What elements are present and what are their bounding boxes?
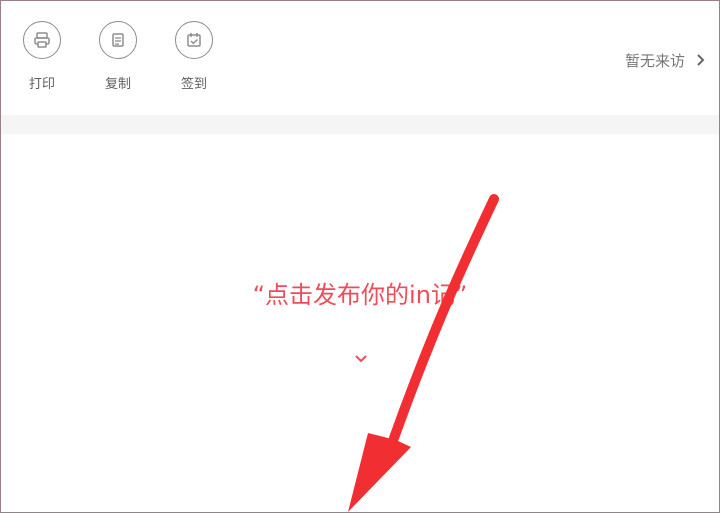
printer-icon bbox=[34, 32, 50, 48]
copy-icon bbox=[112, 33, 124, 47]
calendar-icon bbox=[187, 33, 201, 47]
checkin-tool-label: 签到 bbox=[180, 77, 207, 92]
chevron-right-icon bbox=[693, 52, 709, 68]
checkin-tool-button[interactable]: 签到 bbox=[166, 21, 222, 103]
copy-icon-circle bbox=[99, 21, 137, 59]
main-content: “点击发布你的in记” bbox=[1, 134, 719, 512]
print-tool-label: 打印 bbox=[28, 77, 55, 92]
checkin-icon-circle bbox=[175, 21, 213, 59]
print-icon-circle bbox=[23, 21, 61, 59]
app-frame: 打印 复制 签到 暂无来访 “点击发布你的in记” bbox=[0, 0, 720, 513]
section-divider bbox=[1, 115, 719, 134]
chevron-down-icon bbox=[355, 355, 367, 363]
print-tool-button[interactable]: 打印 bbox=[14, 21, 70, 103]
visitors-link[interactable]: 暂无来访 bbox=[625, 49, 709, 71]
top-toolbar: 打印 复制 签到 暂无来访 bbox=[1, 1, 719, 115]
copy-tool-button[interactable]: 复制 bbox=[90, 21, 146, 103]
publish-prompt-text[interactable]: “点击发布你的in记” bbox=[1, 280, 719, 310]
visitors-text: 暂无来访 bbox=[624, 51, 685, 70]
copy-tool-label: 复制 bbox=[104, 77, 131, 92]
